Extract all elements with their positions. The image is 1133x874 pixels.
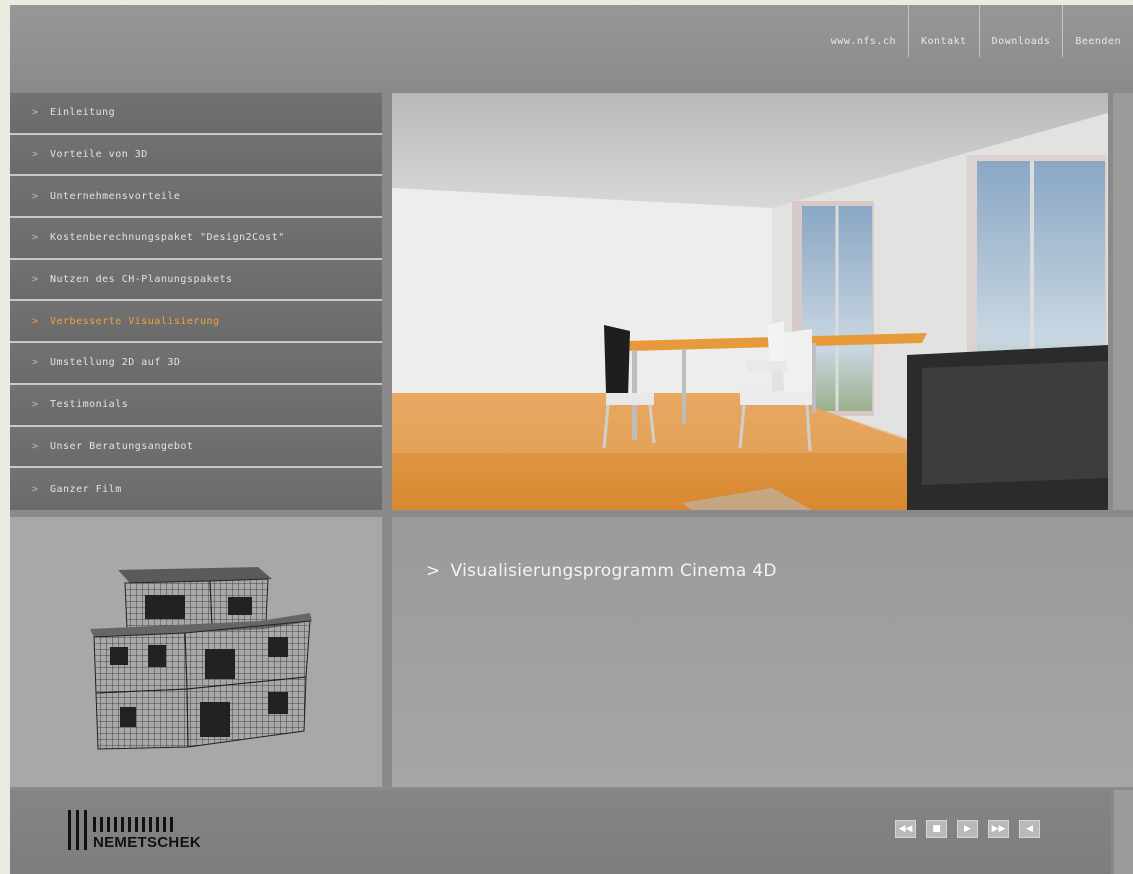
section-title-text: Visualisierungsprogramm Cinema 4D: [450, 561, 777, 581]
top-nav: www.nfs.ch Kontakt Downloads Beenden: [819, 5, 1133, 83]
logo-wordmark: NEMETSCHEK: [93, 834, 202, 851]
chevron-right-icon: >: [32, 440, 39, 452]
menu-item-einleitung[interactable]: > Einleitung: [10, 93, 382, 135]
fast-forward-icon: ▶▶: [991, 824, 1006, 834]
chapter-menu: > Einleitung > Vorteile von 3D > Unternehme…: [10, 93, 382, 510]
chevron-right-icon: >: [32, 399, 39, 411]
menu-item-umstellung[interactable]: > Umstellung 2D auf 3D: [10, 343, 382, 385]
logo-bars-small: [93, 817, 201, 832]
menu-item-label: Ganzer Film: [50, 483, 122, 495]
section-title: > Visualisierungsprogramm Cinema 4D: [426, 561, 777, 581]
menu-item-beratungsangebot[interactable]: > Unser Beratungsangebot: [10, 426, 382, 469]
right-edge-panel: [1113, 93, 1133, 510]
menu-item-ganzer-film[interactable]: > Ganzer Film: [10, 468, 382, 510]
menu-item-visualisierung[interactable]: > Verbesserte Visualisierung: [10, 301, 382, 344]
app-frame: www.nfs.ch Kontakt Downloads Beenden > Ei…: [10, 5, 1133, 874]
play-button[interactable]: ▶: [957, 820, 978, 838]
interior-render-svg: [392, 93, 1108, 510]
nav-link-beenden[interactable]: Beenden: [1062, 5, 1133, 57]
wireframe-house-icon: [90, 567, 312, 750]
nav-link-website[interactable]: www.nfs.ch: [819, 5, 908, 57]
chevron-right-icon: >: [32, 357, 39, 369]
menu-item-vorteile-3d[interactable]: > Vorteile von 3D: [10, 134, 382, 177]
chevron-right-icon: >: [32, 149, 39, 161]
interior-render-image: [392, 93, 1108, 510]
wireframe-house-thumbnail: [10, 517, 382, 787]
menu-item-testimonials[interactable]: > Testimonials: [10, 384, 382, 427]
nemetschek-logo: NEMETSCHEK: [68, 810, 201, 850]
fast-forward-button[interactable]: ▶▶: [988, 820, 1009, 838]
bottom-bar: NEMETSCHEK ◀◀ ■ ▶ ▶▶ ◀: [10, 790, 1133, 874]
playback-controls: ◀◀ ■ ▶ ▶▶ ◀: [895, 820, 1040, 838]
menu-item-label: Testimonials: [50, 399, 129, 411]
bottom-right-edge: [1111, 790, 1133, 874]
volume-button[interactable]: ◀: [1019, 820, 1040, 838]
stop-button[interactable]: ■: [926, 820, 947, 838]
menu-item-label: Einleitung: [50, 107, 116, 119]
menu-item-label: Unternehmensvorteile: [50, 190, 181, 202]
top-bar: www.nfs.ch Kontakt Downloads Beenden: [10, 5, 1133, 83]
menu-item-unternehmensvorteile[interactable]: > Unternehmensvorteile: [10, 176, 382, 219]
menu-item-label: Umstellung 2D auf 3D: [50, 357, 181, 369]
rewind-icon: ◀◀: [898, 824, 913, 834]
rewind-button[interactable]: ◀◀: [895, 820, 916, 838]
menu-item-label: Vorteile von 3D: [50, 149, 148, 161]
nav-link-downloads[interactable]: Downloads: [978, 5, 1063, 57]
chevron-right-icon: >: [32, 483, 39, 495]
nav-link-kontakt[interactable]: Kontakt: [908, 5, 979, 57]
chevron-right-icon: >: [32, 274, 39, 286]
info-panel: > Visualisierungsprogramm Cinema 4D: [392, 517, 1133, 787]
menu-item-label: Kostenberechnungspaket "Design2Cost": [50, 232, 285, 244]
chevron-right-icon: >: [426, 561, 441, 581]
menu-item-label: Verbesserte Visualisierung: [50, 315, 220, 327]
chevron-right-icon: >: [32, 107, 39, 119]
chevron-right-icon: >: [32, 232, 39, 244]
menu-item-kostenberechnung[interactable]: > Kostenberechnungspaket "Design2Cost": [10, 218, 382, 260]
menu-item-ch-planungspaket[interactable]: > Nutzen des CH-Planungspakets: [10, 259, 382, 302]
stop-icon: ■: [932, 824, 941, 834]
menu-item-label: Unser Beratungsangebot: [50, 440, 194, 452]
speaker-icon: ◀: [1026, 824, 1033, 834]
play-icon: ▶: [964, 824, 971, 834]
logo-bars-large: [68, 810, 87, 850]
chevron-right-icon: >: [32, 190, 39, 202]
chevron-right-icon: >: [32, 315, 39, 327]
menu-item-label: Nutzen des CH-Planungspakets: [50, 274, 233, 286]
